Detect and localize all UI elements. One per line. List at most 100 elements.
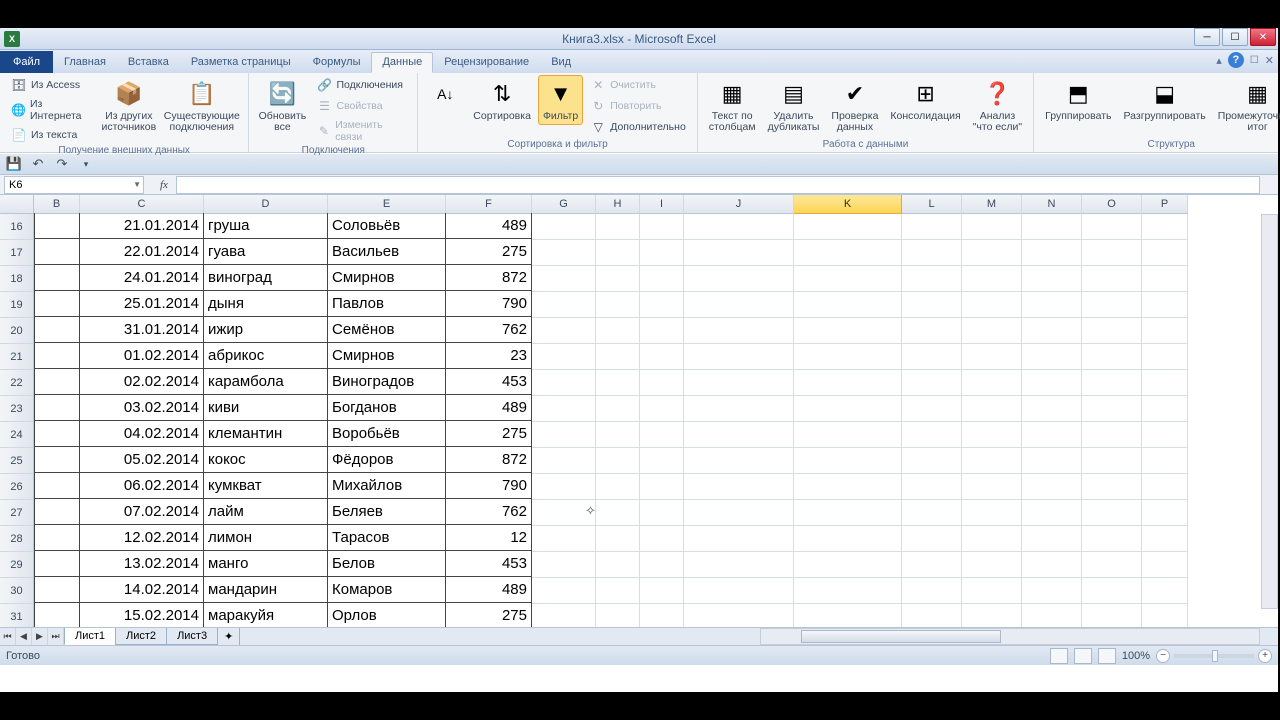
cell[interactable] (794, 422, 902, 448)
row-header[interactable]: 19 (0, 292, 34, 318)
cell[interactable]: 31.01.2014 (80, 317, 204, 343)
cell[interactable] (1142, 474, 1188, 500)
tab-Главная[interactable]: Главная (53, 52, 117, 73)
cell[interactable] (1022, 214, 1082, 240)
cell[interactable] (640, 240, 684, 266)
cell[interactable] (1142, 500, 1188, 526)
cell[interactable] (962, 240, 1022, 266)
cell[interactable] (640, 474, 684, 500)
cell[interactable] (1142, 604, 1188, 627)
cell[interactable] (1142, 396, 1188, 422)
cell[interactable] (596, 578, 640, 604)
cell[interactable]: ижир (204, 317, 328, 343)
cell[interactable] (34, 421, 80, 447)
filter-button[interactable]: ▼Фильтр (538, 75, 583, 125)
cell[interactable] (1142, 578, 1188, 604)
cell[interactable] (532, 552, 596, 578)
cell[interactable] (902, 240, 962, 266)
cell[interactable] (1082, 396, 1142, 422)
cell[interactable] (34, 577, 80, 603)
cell[interactable]: Михайлов (328, 473, 446, 499)
minimize-button[interactable]: ─ (1194, 28, 1220, 46)
cell[interactable] (1142, 552, 1188, 578)
cell[interactable] (962, 396, 1022, 422)
cell[interactable] (1082, 214, 1142, 240)
row-header[interactable]: 16 (0, 214, 34, 240)
cell[interactable]: дыня (204, 291, 328, 317)
cell[interactable] (532, 526, 596, 552)
horizontal-scrollbar[interactable] (760, 628, 1260, 645)
cell[interactable]: карамбола (204, 369, 328, 395)
cell[interactable] (640, 448, 684, 474)
cell[interactable]: 275 (446, 421, 532, 447)
row-header[interactable]: 22 (0, 370, 34, 396)
properties-button[interactable]: ☰Свойства (312, 96, 412, 116)
cell[interactable] (34, 499, 80, 525)
cell[interactable] (34, 603, 80, 627)
column-header-F[interactable]: F (446, 195, 532, 214)
cell[interactable] (532, 292, 596, 318)
cell[interactable] (794, 344, 902, 370)
column-header-P[interactable]: P (1142, 195, 1188, 214)
cell[interactable] (684, 370, 794, 396)
cell[interactable] (1142, 240, 1188, 266)
cell[interactable] (684, 500, 794, 526)
cell[interactable] (596, 604, 640, 627)
column-header-L[interactable]: L (902, 195, 962, 214)
cell[interactable]: 14.02.2014 (80, 577, 204, 603)
cell[interactable]: 762 (446, 499, 532, 525)
window-close-icon[interactable]: ✕ (1265, 54, 1274, 67)
cell[interactable] (962, 214, 1022, 240)
cell[interactable] (794, 500, 902, 526)
cell[interactable] (1022, 292, 1082, 318)
from-text-button[interactable]: 📄Из текста (6, 125, 96, 145)
cell[interactable] (684, 344, 794, 370)
formula-bar[interactable] (176, 176, 1260, 194)
cell[interactable]: 453 (446, 369, 532, 395)
close-button[interactable]: ✕ (1250, 28, 1276, 46)
cell[interactable] (34, 395, 80, 421)
cell[interactable] (794, 318, 902, 344)
cell[interactable] (1142, 370, 1188, 396)
cell[interactable] (684, 266, 794, 292)
cell[interactable]: 13.02.2014 (80, 551, 204, 577)
cell[interactable] (684, 552, 794, 578)
column-header-H[interactable]: H (596, 195, 640, 214)
cell[interactable] (1022, 318, 1082, 344)
cell[interactable]: 23 (446, 343, 532, 369)
cell[interactable] (532, 474, 596, 500)
cell[interactable] (684, 318, 794, 344)
sheet-tab[interactable]: Лист1 (64, 628, 116, 645)
cell[interactable] (640, 214, 684, 240)
cell[interactable] (34, 447, 80, 473)
column-header-G[interactable]: G (532, 195, 596, 214)
cell[interactable] (34, 525, 80, 551)
cell[interactable] (794, 448, 902, 474)
cell[interactable]: 07.02.2014 (80, 499, 204, 525)
fx-icon[interactable]: fx (160, 179, 168, 191)
connections-button[interactable]: 🔗Подключения (312, 75, 412, 95)
cell[interactable]: 04.02.2014 (80, 421, 204, 447)
cell[interactable]: Богданов (328, 395, 446, 421)
cell[interactable] (640, 422, 684, 448)
clear-filter-button[interactable]: ✕Очистить (585, 75, 691, 95)
cell[interactable] (902, 266, 962, 292)
cell[interactable] (962, 422, 1022, 448)
cell[interactable] (596, 422, 640, 448)
last-sheet-button[interactable]: ⏭ (48, 628, 64, 645)
cell[interactable]: 489 (446, 213, 532, 239)
maximize-button[interactable]: ☐ (1222, 28, 1248, 46)
cell[interactable]: 12.02.2014 (80, 525, 204, 551)
cell[interactable] (1022, 422, 1082, 448)
tab-Вид[interactable]: Вид (540, 52, 582, 73)
cell[interactable] (596, 344, 640, 370)
cell[interactable]: 790 (446, 291, 532, 317)
cell[interactable] (1082, 448, 1142, 474)
row-header[interactable]: 25 (0, 448, 34, 474)
row-header[interactable]: 24 (0, 422, 34, 448)
page-layout-view-button[interactable] (1074, 648, 1092, 664)
column-header-C[interactable]: C (80, 195, 204, 214)
row-header[interactable]: 26 (0, 474, 34, 500)
cell[interactable] (596, 500, 640, 526)
cell[interactable]: Белов (328, 551, 446, 577)
